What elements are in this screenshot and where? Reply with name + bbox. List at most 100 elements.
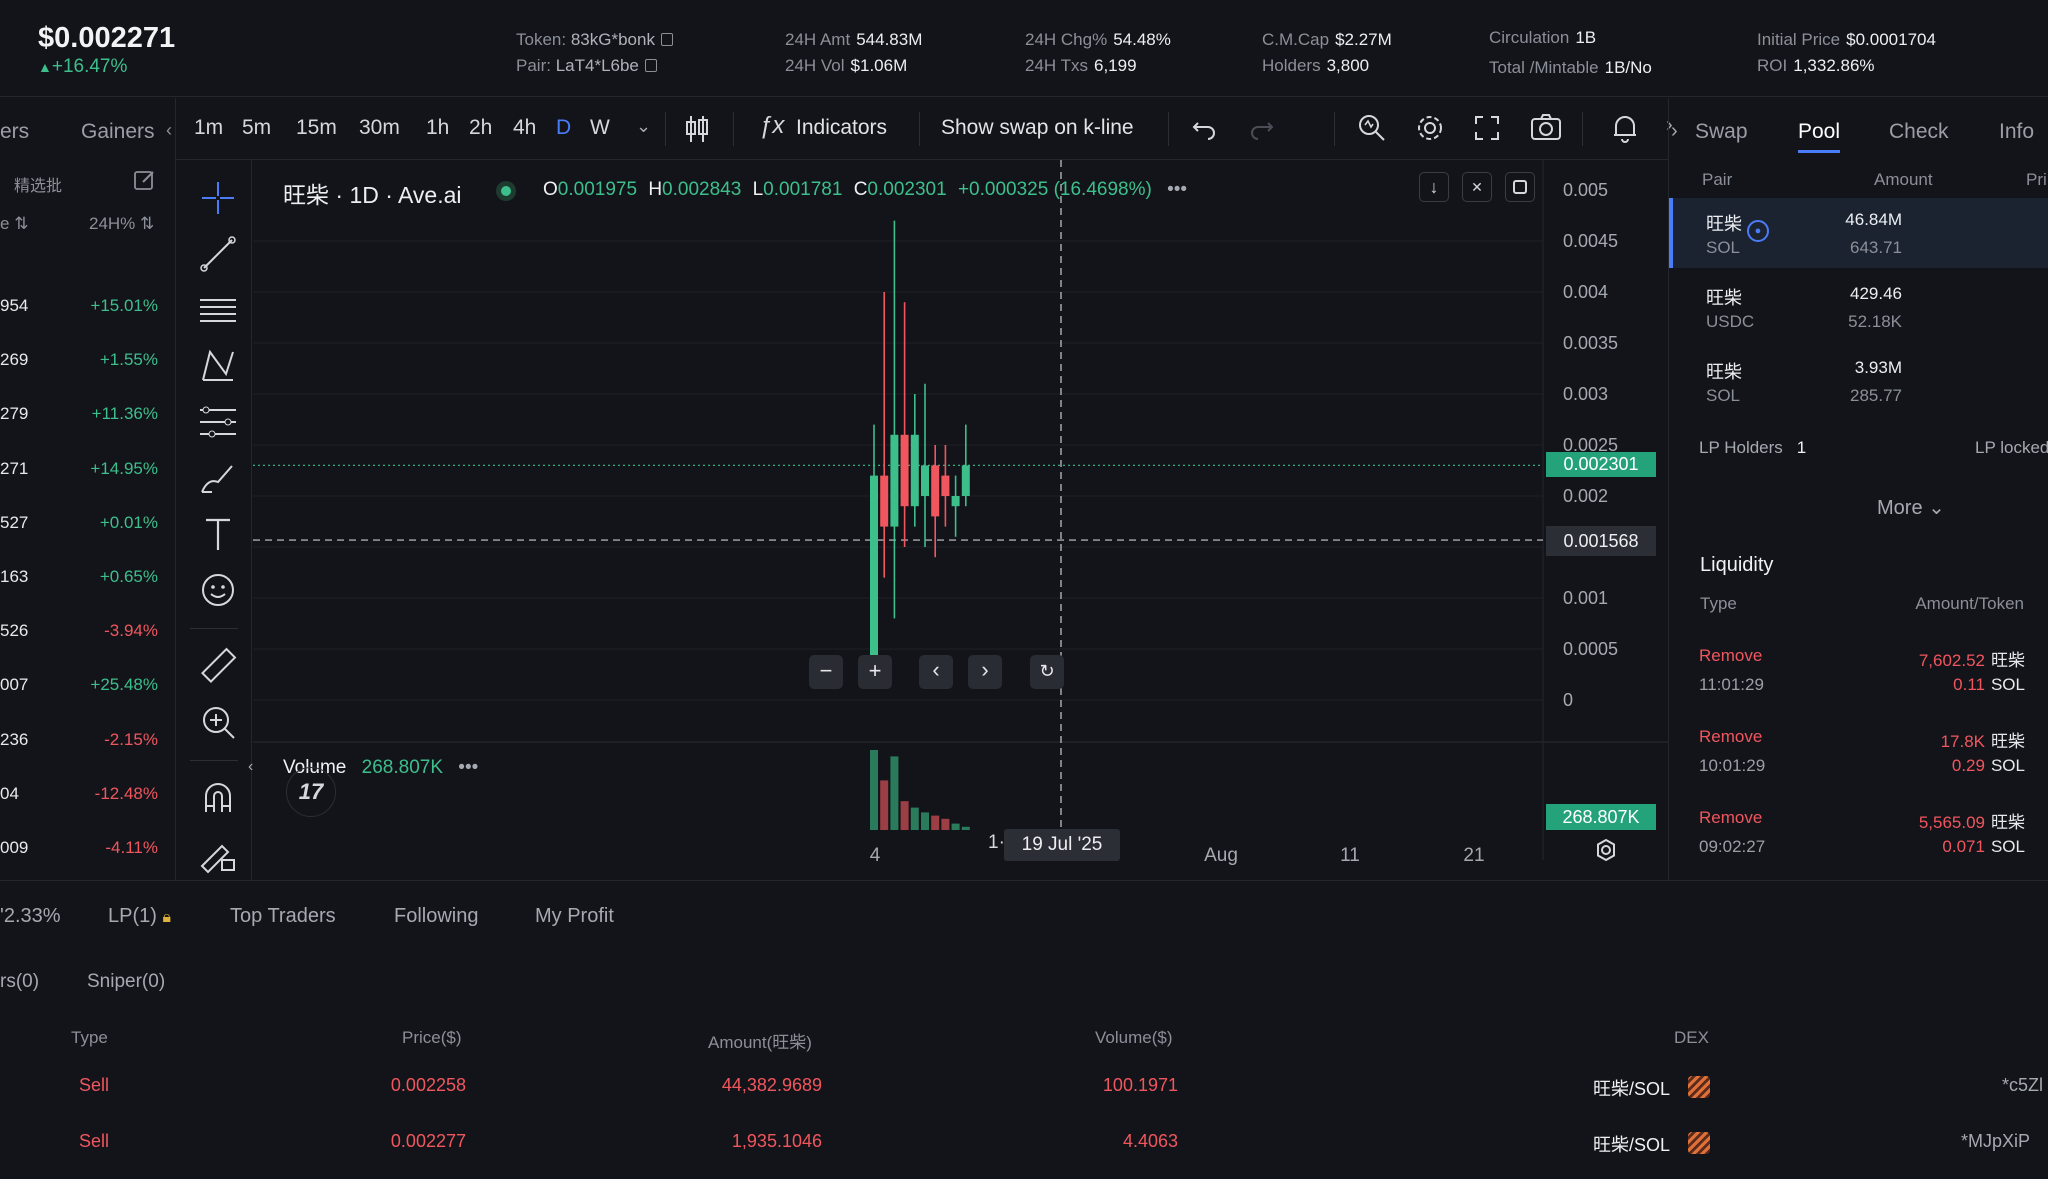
timeframe-4h[interactable]: 4h: [513, 116, 536, 140]
y-tick-label: 0: [1563, 690, 1573, 710]
copy-icon[interactable]: [660, 33, 673, 46]
tradingview-logo-icon[interactable]: 17: [286, 767, 336, 817]
liquidity-row[interactable]: Remove 11:01:29 7,602.52 旺柴 0.11 SOL: [1669, 646, 2048, 726]
fib-icon[interactable]: [198, 402, 238, 442]
timeframe-W[interactable]: W: [590, 116, 610, 140]
col-price[interactable]: e ⇅: [0, 214, 28, 234]
redo-icon[interactable]: [1248, 114, 1276, 142]
liquidity-row[interactable]: Remove 09:02:27 5,565.09 旺柴 0.071 SOL: [1669, 808, 2048, 880]
list-item[interactable]: 236 -2.15%: [0, 714, 168, 768]
trader-address[interactable]: *c5Zl: [2002, 1075, 2043, 1096]
filter-label[interactable]: 精选批: [14, 172, 62, 196]
tab-info[interactable]: Info: [1999, 120, 2034, 144]
crosshair-icon[interactable]: [198, 178, 238, 218]
pool-row[interactable]: 旺柴 ● SOL 46.84M 643.71: [1669, 198, 2048, 268]
gear-icon[interactable]: [1414, 112, 1446, 144]
timeframe-5m[interactable]: 5m: [242, 116, 271, 140]
candle-body: [931, 465, 940, 517]
trend-line-icon[interactable]: [198, 234, 238, 274]
list-item[interactable]: 009 -4.11%: [0, 822, 168, 876]
pattern-icon[interactable]: [198, 346, 238, 386]
y-tick-label: 0.0035: [1563, 333, 1618, 353]
tab-top-traders[interactable]: Top Traders: [230, 905, 336, 928]
bell-icon[interactable]: [1610, 112, 1640, 144]
zoom-in-button[interactable]: +: [858, 655, 892, 689]
chevron-down-icon[interactable]: ⌄: [636, 116, 651, 137]
tab-swap[interactable]: Swap: [1695, 120, 1748, 144]
scroll-left-button[interactable]: ‹: [919, 655, 953, 689]
tab-losers[interactable]: ers: [0, 120, 29, 144]
horizontal-lines-icon[interactable]: [198, 290, 238, 330]
trader-address[interactable]: *MJpXiP: [1961, 1131, 2030, 1152]
list-item[interactable]: 279 +11.36%: [0, 388, 168, 442]
list-item-change: -2.15%: [104, 729, 158, 749]
zoom-out-button[interactable]: −: [809, 655, 843, 689]
liquidity-row[interactable]: Remove 10:01:29 17.8K 旺柴 0.29 SOL: [1669, 727, 2048, 807]
pool-row[interactable]: 旺柴 USDC 429.46 52.18K: [1669, 272, 2048, 342]
brush-icon[interactable]: [198, 458, 238, 498]
chevron-left-icon[interactable]: ‹: [166, 120, 172, 141]
timeframe-1m[interactable]: 1m: [194, 116, 223, 140]
liq-amount-token: 7,602.52 旺柴: [1918, 651, 2025, 670]
subtab-partial[interactable]: rs(0): [0, 971, 39, 993]
sort-icon: ⇅: [140, 214, 155, 233]
collapse-icon[interactable]: ✕: [1462, 172, 1492, 202]
alert-search-icon[interactable]: [1356, 112, 1388, 144]
edit-icon[interactable]: [133, 168, 157, 192]
function-icon[interactable]: ƒx: [759, 112, 784, 140]
magnet-icon[interactable]: [198, 778, 238, 818]
arrow-down-icon[interactable]: ↓: [1419, 172, 1449, 202]
price-chart[interactable]: 0.005 0.0045 0.004 0.0035 0.003 0.0025 0.002 0.…: [248, 160, 1668, 880]
timeframe-1h[interactable]: 1h: [426, 116, 449, 140]
timeframe-15m[interactable]: 15m: [296, 116, 337, 140]
list-item[interactable]: 954 +15.01%: [0, 280, 168, 334]
tab-pool[interactable]: Pool: [1798, 120, 1840, 144]
text-icon[interactable]: [198, 514, 238, 554]
tab-gainers[interactable]: Gainers: [81, 120, 155, 144]
list-item[interactable]: 271 +14.95%: [0, 443, 168, 497]
zoom-in-icon[interactable]: [198, 702, 238, 742]
maximize-icon[interactable]: [1505, 172, 1535, 202]
tab-following[interactable]: Following: [394, 905, 478, 928]
candle-body: [951, 496, 960, 507]
list-item[interactable]: 007 +25.48%: [0, 659, 168, 713]
ruler-icon[interactable]: [198, 646, 238, 686]
undo-icon[interactable]: [1190, 114, 1218, 142]
chevron-left-icon[interactable]: ‹: [248, 758, 253, 776]
lock-drawing-icon[interactable]: [198, 834, 238, 874]
pair-address[interactable]: Pair: LaT4*L6be: [516, 53, 657, 79]
timeframe-D[interactable]: D: [556, 116, 571, 140]
col-24h[interactable]: 24H% ⇅: [89, 214, 154, 234]
copy-icon[interactable]: [644, 59, 657, 72]
camera-icon[interactable]: [1530, 112, 1562, 142]
show-swap-kline-button[interactable]: Show swap on k-line: [941, 116, 1134, 140]
token-address[interactable]: Token: 83kG*bonk: [516, 27, 673, 53]
more-button[interactable]: More ⌄: [1877, 495, 1945, 520]
tab-lp[interactable]: LP(1) 🔒︎: [108, 905, 171, 928]
timeframe-2h[interactable]: 2h: [469, 116, 492, 140]
table-row[interactable]: Sell 0.002258 44,382.9689 100.1971 旺柴/SOL *c5…: [0, 1075, 2048, 1115]
liq-type: Remove: [1699, 646, 1763, 665]
reset-chart-button[interactable]: ↻: [1030, 655, 1064, 689]
chevron-right-icon[interactable]: ›: [1671, 120, 1678, 143]
candle-type-icon[interactable]: [684, 114, 710, 144]
tab-my-profit[interactable]: My Profit: [535, 905, 614, 928]
table-row[interactable]: Sell 0.002277 1,935.1046 4.4063 旺柴/SOL *MJpXi…: [0, 1131, 2048, 1171]
pool-row[interactable]: 旺柴 SOL 3.93M 285.77: [1669, 346, 2048, 416]
timeframe-30m[interactable]: 30m: [359, 116, 400, 140]
list-item[interactable]: 527 +0.01%: [0, 497, 168, 551]
fullscreen-icon[interactable]: [1473, 114, 1501, 142]
trade-volume: 100.1971: [1102, 1075, 1178, 1095]
subtab-sniper[interactable]: Sniper(0): [87, 971, 165, 993]
indicators-button[interactable]: Indicators: [796, 116, 887, 140]
tab-partial[interactable]: '2.33%: [0, 905, 61, 928]
tab-check[interactable]: Check: [1889, 120, 1949, 144]
scroll-right-button[interactable]: ›: [968, 655, 1002, 689]
list-item[interactable]: 163 +0.65%: [0, 551, 168, 605]
list-item[interactable]: 269 +1.55%: [0, 334, 168, 388]
stat-24h-chg: 24H Chg% 54.48%: [1025, 30, 1171, 49]
emoji-icon[interactable]: [198, 570, 238, 610]
chart-settings-icon[interactable]: [1594, 838, 1618, 862]
list-item[interactable]: 526 -3.94%: [0, 605, 168, 659]
list-item[interactable]: 04 -12.48%: [0, 768, 168, 822]
